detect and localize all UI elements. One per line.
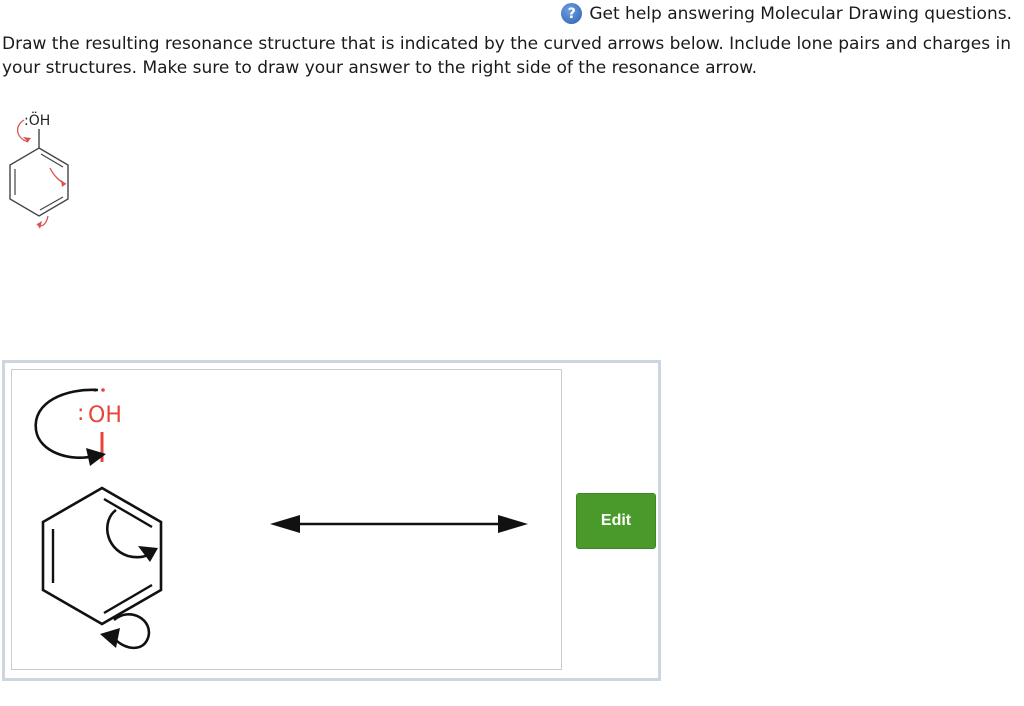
answer-panel: : OH Edit [2,360,661,681]
help-link-text: Get help answering Molecular Drawing que… [589,3,1012,24]
answer-structure: : OH [34,388,528,650]
oh-label: OH [88,403,122,428]
prompt-oh-label: :ÖH [24,111,50,129]
help-link[interactable]: ? Get help answering Molecular Drawing q… [561,3,1012,24]
help-question-icon: ? [561,3,583,24]
question-prompt: Draw the resulting resonance structure t… [2,34,1012,78]
edit-button[interactable]: Edit [576,493,656,549]
drawing-canvas[interactable]: : OH [11,369,562,670]
prompt-molecule-image: :ÖH [9,111,69,229]
lone-pair-marks: : [77,401,84,426]
